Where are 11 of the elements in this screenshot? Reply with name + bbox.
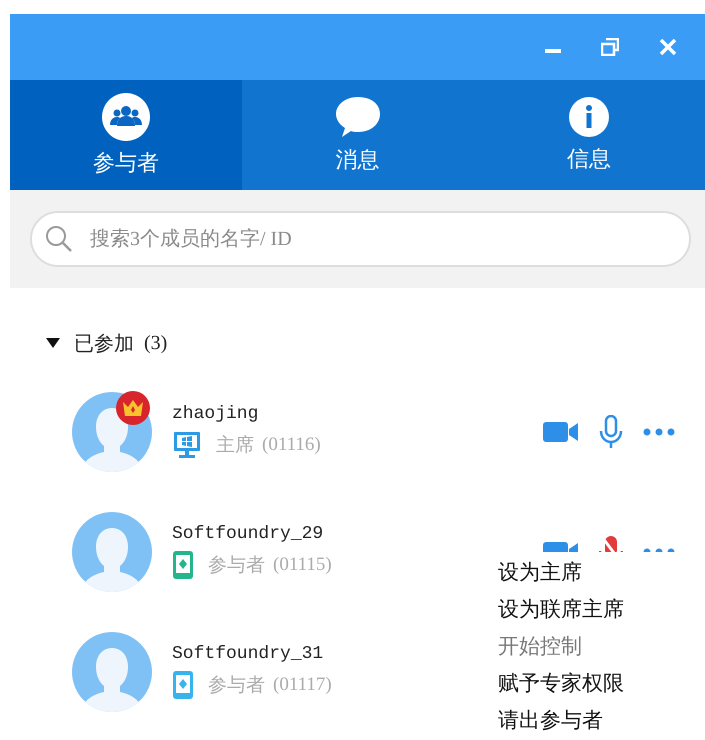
participant-name: Softfoundry_29 [172, 524, 324, 544]
group-count: (3) [144, 332, 168, 354]
participant-name: Softfoundry_31 [172, 644, 324, 664]
participant-id: (01115) [273, 554, 332, 576]
participant-role: 参与者 [208, 673, 265, 698]
participant-id: (01117) [273, 674, 332, 696]
participant-name: zhaojing [172, 404, 260, 424]
participant-role: 参与者 [208, 553, 265, 578]
group-label: 已参加 [74, 330, 134, 356]
participant-role: 主席 [216, 433, 254, 458]
participant-id: (01116) [262, 434, 321, 456]
